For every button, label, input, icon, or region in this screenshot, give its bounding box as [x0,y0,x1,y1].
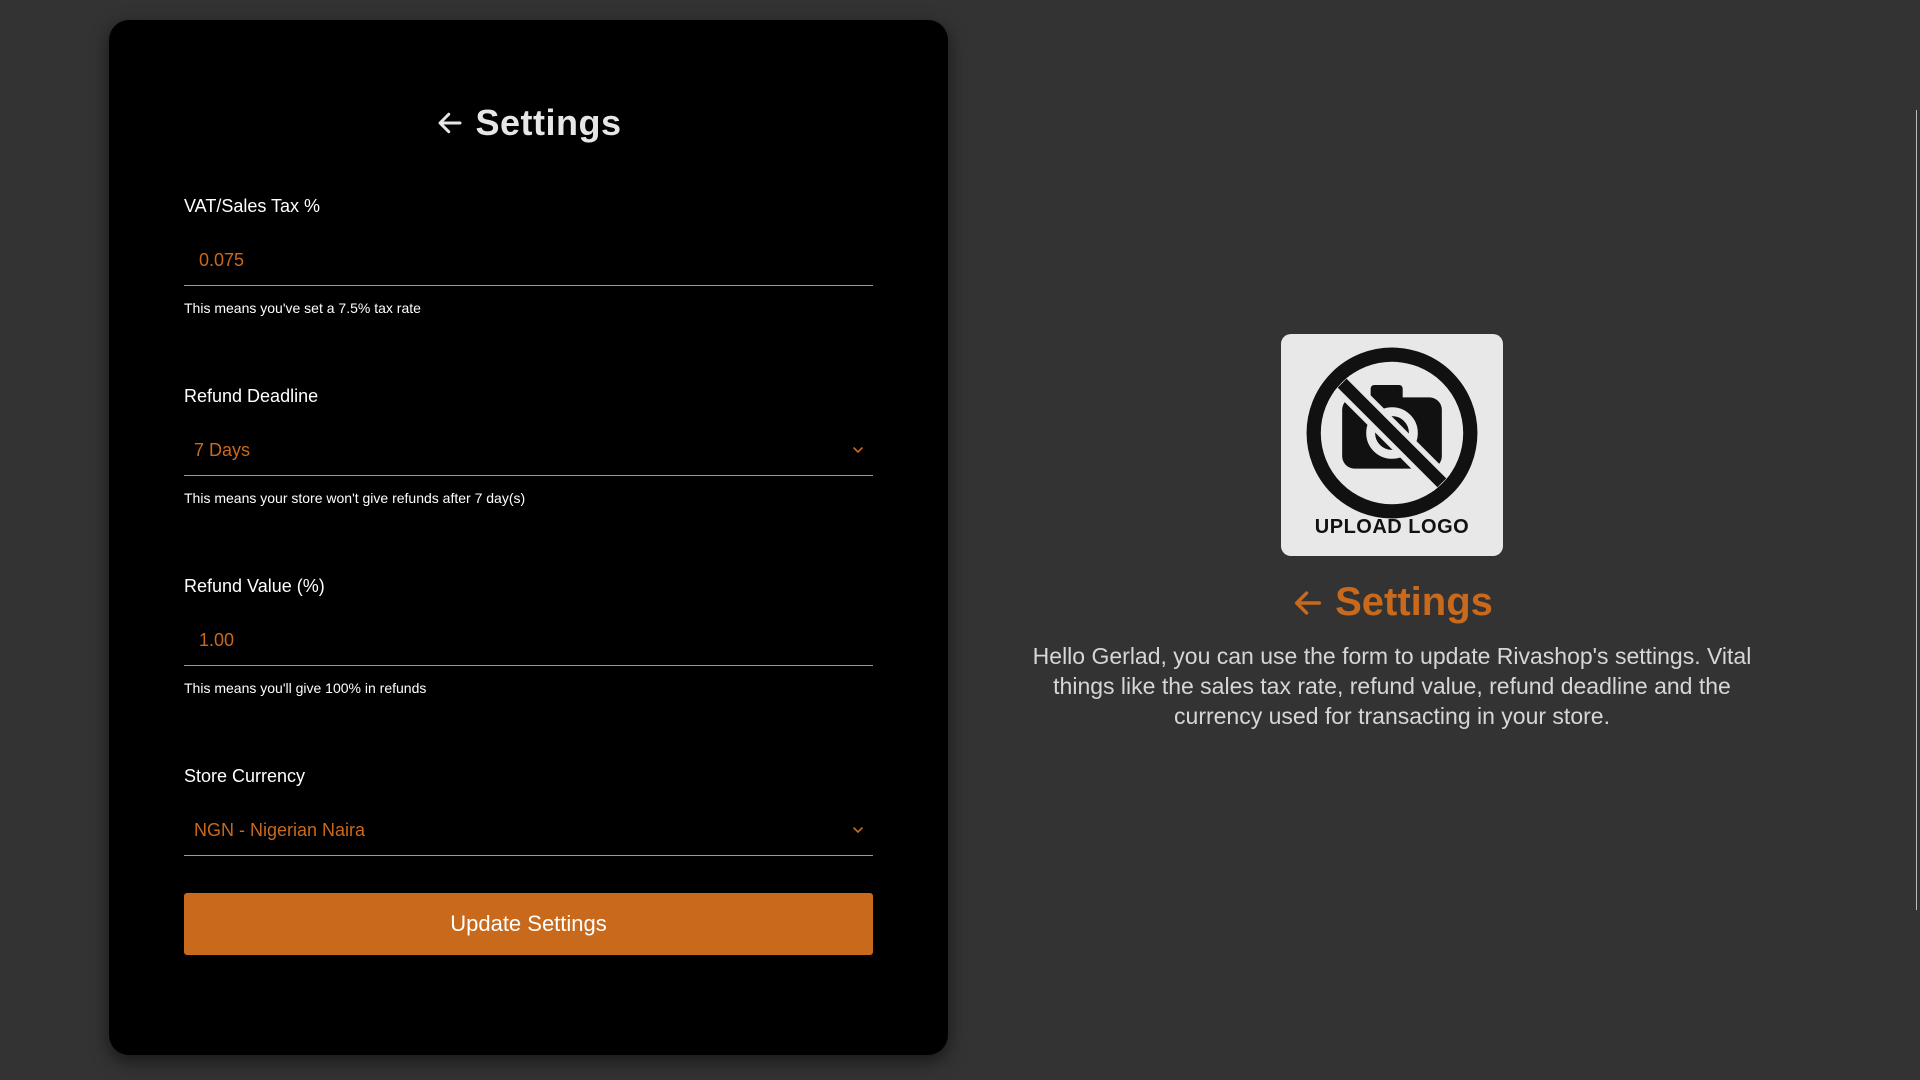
vat-hint: This means you've set a 7.5% tax rate [184,300,421,316]
vat-label: VAT/Sales Tax % [184,196,321,216]
settings-form-card: Settings VAT/Sales Tax % This means you'… [109,20,948,1055]
form-title: Settings [475,102,622,143]
no-camera-icon [1306,347,1478,519]
currency-field: Store Currency NGN - Nigerian Naira [184,766,873,856]
refund-value-label: Refund Value (%) [184,576,325,596]
settings-page: Settings VAT/Sales Tax % This means you'… [0,0,1920,1080]
arrow-left-icon[interactable] [1291,586,1325,620]
info-description: Hello Gerlad, you can use the form to up… [1032,643,1752,729]
refund-deadline-field: Refund Deadline 7 Days This means your s… [184,386,873,506]
arrow-left-icon[interactable] [435,108,465,138]
currency-select[interactable]: NGN - Nigerian Naira [184,805,873,856]
refund-deadline-hint: This means your store won't give refunds… [184,490,526,506]
chevron-down-icon [853,827,863,833]
upload-logo-button[interactable]: UPLOAD LOGO [1281,334,1503,556]
form-header: Settings [109,102,948,144]
upload-logo-label: UPLOAD LOGO [1314,516,1470,538]
refund-deadline-label: Refund Deadline [184,386,319,406]
update-settings-button[interactable]: Update Settings [184,893,873,955]
info-header: Settings [1160,580,1624,625]
vat-field: VAT/Sales Tax % This means you've set a … [184,196,873,316]
currency-label: Store Currency [184,766,306,786]
scrollbar-thumb[interactable] [1916,110,1917,910]
refund-value-hint: This means you'll give 100% in refunds [184,680,427,696]
refund-value-input[interactable] [184,614,873,666]
vat-input[interactable] [184,234,873,286]
info-title: Settings [1335,580,1493,624]
refund-value-input-wrapper [184,614,873,666]
chevron-down-icon [853,447,863,453]
vat-input-wrapper [184,234,873,286]
currency-value: NGN - Nigerian Naira [194,819,366,840]
refund-deadline-value: 7 Days [194,439,251,460]
refund-value-field: Refund Value (%) This means you'll give … [184,576,873,696]
page-scrollbar[interactable] [1912,0,1920,1080]
refund-deadline-select[interactable]: 7 Days [184,425,873,476]
